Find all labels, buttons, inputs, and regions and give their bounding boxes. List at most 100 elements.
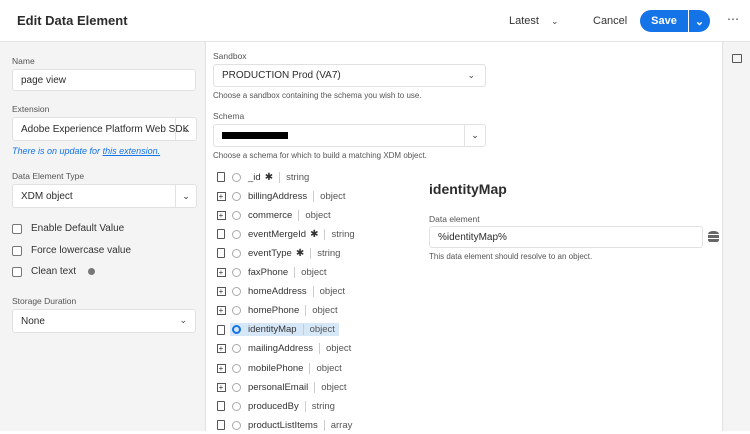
field-type: string	[286, 171, 310, 183]
expand-icon[interactable]: +	[216, 363, 226, 373]
sandbox-help: Choose a sandbox containing the schema y…	[213, 91, 422, 100]
checkbox-label: Clean text	[31, 266, 77, 277]
expand-icon[interactable]: +	[216, 306, 226, 316]
checkbox-label: Force lowercase value	[31, 245, 132, 256]
field-type: object	[301, 267, 327, 278]
tree-item-_id[interactable]: _id ✱ string	[216, 168, 309, 186]
chevron-down-icon[interactable]: ⌄	[175, 118, 196, 140]
field-type: object	[305, 209, 331, 221]
field-name: mailingAddress	[248, 343, 313, 355]
type-select[interactable]: XDM object ⌄	[12, 184, 197, 208]
radio-button[interactable]	[232, 382, 241, 392]
expand-icon[interactable]: +	[216, 210, 226, 220]
save-options-button[interactable]: ⌄	[688, 10, 710, 32]
radio-button[interactable]	[232, 191, 241, 201]
tree-item-mailingAddress[interactable]: + mailingAddress object	[216, 340, 351, 358]
radio-button[interactable]	[232, 325, 241, 335]
field-name: eventMergeId	[248, 228, 307, 240]
checkbox-label: Enable Default Value	[31, 223, 125, 234]
tree-item-eventType[interactable]: eventType ✱ string	[216, 244, 340, 262]
field-type: array	[330, 419, 353, 431]
info-icon[interactable]	[88, 268, 96, 275]
save-button[interactable]: Save	[640, 10, 688, 32]
required-icon: ✱	[310, 228, 319, 240]
radio-button[interactable]	[232, 363, 241, 373]
expand-icon[interactable]: +	[216, 344, 226, 354]
radio-button[interactable]	[232, 229, 241, 239]
schema-help: Choose a schema for which to build a mat…	[213, 151, 427, 160]
field-name: identityMap	[248, 324, 297, 336]
sandbox-select[interactable]: PRODUCTION Prod (VA7) ⌄	[213, 64, 486, 87]
chevron-down-icon[interactable]: ⌄	[464, 125, 485, 146]
radio-button[interactable]	[232, 306, 241, 316]
tree-item-commerce[interactable]: + commerce object	[216, 206, 331, 224]
more-options-icon[interactable]: ⋯	[727, 12, 739, 26]
tree-item-eventMergeId[interactable]: eventMergeId ✱ string	[216, 225, 355, 243]
divider	[323, 419, 325, 431]
tree-item-personalEmail[interactable]: + personalEmail object	[216, 378, 347, 396]
field-name: personalEmail	[248, 381, 309, 393]
radio-button[interactable]	[232, 344, 241, 354]
radio-button[interactable]	[232, 172, 241, 182]
tree-item-homePhone[interactable]: + homePhone object	[216, 302, 338, 320]
field-type: string	[331, 228, 355, 240]
update-notice: There is on update for this extension.	[12, 146, 160, 156]
required-icon: ✱	[295, 247, 305, 259]
name-input[interactable]: page view	[12, 69, 196, 91]
divider	[279, 171, 281, 183]
selected-highlight: identityMap object	[230, 323, 339, 337]
storage-select[interactable]: None ⌄	[12, 309, 196, 333]
field-type: object	[321, 381, 347, 393]
data-element-input[interactable]: %identityMap%	[429, 226, 703, 248]
radio-button[interactable]	[232, 248, 241, 258]
radio-button[interactable]	[232, 210, 241, 220]
update-link[interactable]: this extension.	[103, 146, 161, 156]
divider	[302, 324, 304, 336]
radio-button[interactable]	[232, 420, 241, 430]
divider	[313, 190, 315, 202]
divider	[310, 247, 312, 259]
expand-icon[interactable]: +	[216, 191, 226, 201]
field-type: object	[309, 324, 335, 336]
radio-button[interactable]	[232, 401, 241, 411]
tree-item-producedBy[interactable]: producedBy string	[216, 397, 335, 415]
left-panel: Name page view Extension Adobe Experienc…	[0, 42, 206, 431]
checkbox-enable-default[interactable]: Enable Default Value	[12, 223, 124, 234]
expand-icon[interactable]: +	[216, 268, 226, 277]
field-type: object	[312, 305, 338, 317]
save-button-group: Save ⌄	[640, 10, 710, 32]
field-name: mobilePhone	[248, 362, 304, 374]
type-label: Data Element Type	[12, 171, 85, 181]
tree-item-homeAddress[interactable]: + homeAddress object	[216, 283, 345, 301]
expand-icon[interactable]: +	[216, 287, 226, 297]
checkbox-box[interactable]	[12, 245, 22, 256]
checkbox-force-lowercase[interactable]: Force lowercase value	[12, 245, 131, 256]
chevron-down-icon[interactable]: ⌄	[175, 185, 196, 207]
cancel-button[interactable]: Cancel	[593, 15, 627, 27]
extension-select[interactable]: Adobe Experience Platform Web SDK ⌄	[12, 117, 197, 141]
version-dropdown[interactable]: Latest ⌄	[509, 15, 559, 27]
field-type: string	[311, 400, 335, 412]
schema-select[interactable]: ⌄	[213, 124, 486, 147]
data-element-picker-icon[interactable]	[708, 231, 719, 243]
expand-icon[interactable]: +	[216, 382, 226, 392]
field-name: producedBy	[248, 400, 299, 412]
header-bar: Edit Data Element Latest ⌄ Cancel Save ⌄ …	[0, 0, 750, 42]
checkbox-clean-text[interactable]: Clean text	[12, 266, 96, 277]
divider	[324, 228, 326, 240]
tree-item-billingAddress[interactable]: + billingAddress object	[216, 187, 346, 205]
tree-item-identityMap[interactable]: identityMap object	[216, 321, 339, 339]
chevron-down-icon: ⌄	[550, 16, 559, 26]
tree-item-faxPhone[interactable]: + faxPhone object	[216, 264, 327, 282]
radio-button[interactable]	[232, 268, 241, 277]
field-type: object	[319, 286, 345, 298]
checkbox-box[interactable]	[12, 266, 22, 277]
type-value: XDM object	[21, 190, 73, 202]
name-label: Name	[12, 56, 35, 66]
tree-item-productListItems[interactable]: productListItems array	[216, 416, 352, 434]
radio-button[interactable]	[232, 287, 241, 297]
checkbox-box[interactable]	[12, 223, 22, 234]
tree-item-mobilePhone[interactable]: + mobilePhone object	[216, 359, 342, 377]
field-icon	[217, 172, 225, 182]
comment-icon[interactable]	[732, 54, 742, 63]
